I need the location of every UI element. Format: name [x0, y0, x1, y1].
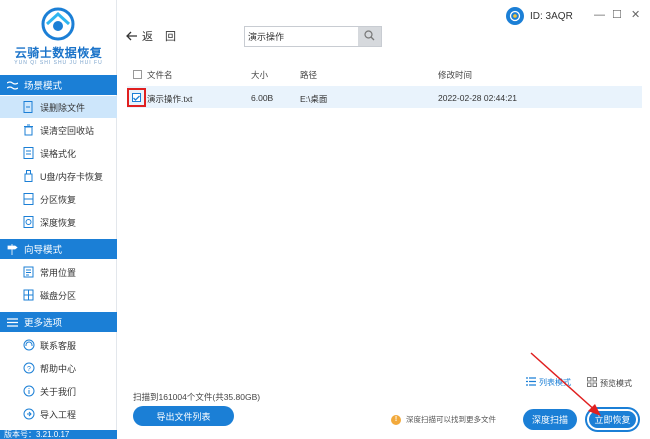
- cell-modified: 2022-02-28 02:44:21: [438, 93, 517, 103]
- list-mode-button[interactable]: 列表模式: [526, 377, 571, 388]
- section-more-options: 更多选项: [0, 312, 117, 332]
- cell-size: 6.00B: [251, 93, 274, 103]
- column-header-size[interactable]: 大小: [251, 69, 268, 81]
- preview-mode-button[interactable]: 预览模式: [587, 377, 632, 389]
- sidebar-item-label: U盘/内存卡恢复: [40, 171, 104, 182]
- sidebar-item-help-center[interactable]: ? 帮助中心: [0, 357, 117, 379]
- sidebar-item-label: 联系客服: [40, 340, 77, 351]
- back-label: 返: [142, 31, 153, 43]
- sidebar-item-label: 常用位置: [40, 267, 77, 278]
- sidebar-item-about-us[interactable]: 关于我们: [0, 380, 117, 402]
- location-icon: [22, 266, 35, 279]
- info-icon: [22, 385, 35, 398]
- app-window: 云骑士数据恢复 YUN QI SHI SHU JU HUI FU 场景模式 误删…: [0, 0, 650, 439]
- minimize-button[interactable]: —: [594, 9, 605, 21]
- menu-icon: [7, 317, 18, 328]
- search-input[interactable]: [245, 27, 358, 46]
- column-header-modified[interactable]: 修改时间: [438, 69, 472, 81]
- help-icon: ?: [22, 362, 35, 375]
- section-scene-mode: 场景模式: [0, 75, 117, 95]
- grid-icon: [587, 377, 597, 389]
- sidebar-item-label: 深度恢复: [40, 217, 77, 228]
- scan-info: 扫描到161004个文件(共35.80GB): [133, 392, 261, 402]
- sidebar-item-deep-restore[interactable]: 深度恢复: [0, 211, 117, 233]
- sidebar-item-label: 分区恢复: [40, 194, 77, 205]
- sidebar-item-label: 误格式化: [40, 148, 77, 159]
- back-button[interactable]: 返 回: [126, 28, 176, 44]
- sidebar-item-common-location[interactable]: 常用位置: [0, 261, 117, 283]
- logo-subtitle: YUN QI SHI SHU JU HUI FU: [14, 60, 103, 66]
- search-box: [244, 26, 382, 47]
- sidebar-item-label: 误删除文件: [40, 102, 86, 113]
- avatar: [506, 7, 524, 25]
- sidebar: 云骑士数据恢复 YUN QI SHI SHU JU HUI FU 场景模式 误删…: [0, 0, 117, 439]
- search-icon: [364, 29, 375, 44]
- sidebar-item-disk-partition[interactable]: 磁盘分区: [0, 284, 117, 306]
- back-label-2: 回: [165, 31, 176, 43]
- section-guide-mode: 向导模式: [0, 239, 117, 259]
- import-icon: [22, 408, 35, 421]
- sidebar-item-import-project[interactable]: 导入工程: [0, 403, 117, 425]
- sidebar-item-label: 误清空回收站: [40, 125, 95, 136]
- sidebar-item-label: 导入工程: [40, 409, 77, 420]
- sidebar-item-recycle-bin[interactable]: 误清空回收站: [0, 119, 117, 141]
- close-button[interactable]: ✕: [631, 9, 640, 21]
- select-all-checkbox[interactable]: [133, 70, 142, 79]
- table-row[interactable]: [127, 86, 642, 108]
- wave-icon: [7, 80, 18, 91]
- logo-icon: [41, 7, 75, 41]
- maximize-button[interactable]: ☐: [612, 9, 622, 21]
- usb-icon: [22, 170, 35, 183]
- format-icon: [22, 147, 35, 160]
- column-header-path[interactable]: 路径: [300, 69, 317, 81]
- search-button[interactable]: [358, 27, 381, 46]
- file-delete-icon: [22, 101, 35, 114]
- recycle-icon: [22, 124, 35, 137]
- logo: 云骑士数据恢复 YUN QI SHI SHU JU HUI FU: [0, 0, 117, 75]
- headset-icon: [22, 339, 35, 352]
- sidebar-item-usb[interactable]: U盘/内存卡恢复: [0, 165, 117, 187]
- version-label: 版本号：3.21.0.17: [0, 430, 117, 439]
- disk-icon: [22, 289, 35, 302]
- exclamation-icon: !: [391, 414, 401, 425]
- logo-title: 云骑士数据恢复: [14, 46, 103, 60]
- user-info[interactable]: ID: 3AQR: [506, 7, 573, 25]
- arrow-left-icon: [126, 29, 138, 43]
- restore-now-button[interactable]: 立即恢复: [589, 411, 636, 428]
- signpost-icon: [7, 243, 18, 255]
- partition-icon: [22, 193, 35, 206]
- sidebar-item-format[interactable]: 误格式化: [0, 142, 117, 164]
- export-list-button[interactable]: 导出文件列表: [133, 406, 234, 426]
- svg-text:?: ?: [27, 366, 31, 373]
- sidebar-item-contact-support[interactable]: 联系客服: [0, 334, 117, 356]
- sidebar-item-label: 关于我们: [40, 386, 77, 397]
- deep-scan-button[interactable]: 深度扫描: [523, 409, 577, 430]
- tip-text: ! 深度扫描可以找到更多文件: [391, 414, 496, 425]
- deep-restore-icon: [22, 216, 35, 229]
- column-header-name[interactable]: 文件名: [147, 69, 173, 81]
- cell-filename: 演示操作.txt: [147, 94, 193, 104]
- user-id: ID: 3AQR: [530, 10, 573, 22]
- list-icon: [526, 377, 536, 388]
- sidebar-item-label: 磁盘分区: [40, 290, 77, 301]
- cell-path: E:\桌面: [300, 94, 328, 104]
- highlight-box: [127, 88, 146, 107]
- sidebar-item-partition[interactable]: 分区恢复: [0, 188, 117, 210]
- sidebar-item-label: 帮助中心: [40, 363, 77, 374]
- sidebar-item-deleted-files[interactable]: 误删除文件: [0, 96, 117, 118]
